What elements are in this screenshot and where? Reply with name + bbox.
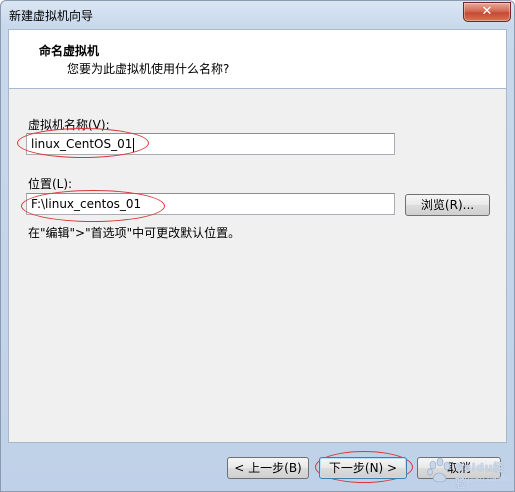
back-button[interactable]: < 上一步(B)	[227, 457, 309, 479]
next-button[interactable]: 下一步(N) >	[319, 457, 407, 479]
location-label: 位置(L):	[28, 177, 73, 191]
vm-name-value: linux_CentOS_01	[31, 137, 133, 151]
location-hint: 在"编辑">"首选项"中可更改默认位置。	[28, 226, 241, 240]
page-subtitle: 您要为此虚拟机使用什么名称?	[67, 62, 230, 76]
cancel-button[interactable]: 取消	[417, 457, 501, 479]
wizard-window: 新建虚拟机向导 ✕ 命名虚拟机 您要为此虚拟机使用什么名称? 虚拟机名称(V):…	[0, 0, 515, 492]
location-value: F:\linux_centos_01	[31, 197, 142, 211]
browse-button[interactable]: 浏览(R)...	[405, 194, 490, 216]
window-title: 新建虚拟机向导	[9, 9, 94, 23]
location-input[interactable]: F:\linux_centos_01	[26, 193, 395, 215]
vm-name-label: 虚拟机名称(V):	[28, 118, 110, 132]
close-icon: ✕	[481, 4, 493, 19]
vm-name-input[interactable]: linux_CentOS_01	[26, 133, 395, 155]
close-button[interactable]: ✕	[463, 2, 511, 22]
page-title: 命名虚拟机	[39, 44, 100, 58]
wizard-header: 命名虚拟机 您要为此虚拟机使用什么名称?	[8, 29, 507, 89]
text-caret	[133, 137, 135, 152]
title-bar[interactable]: 新建虚拟机向导 ✕	[1, 1, 514, 29]
